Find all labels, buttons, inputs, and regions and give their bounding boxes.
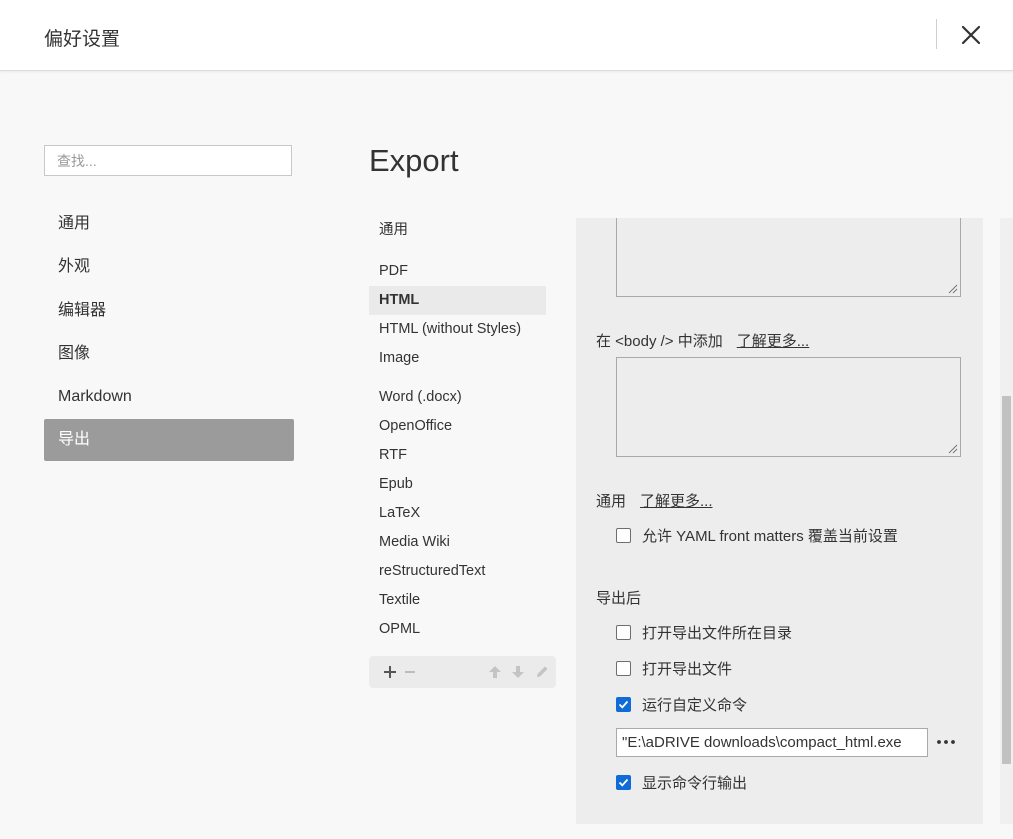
yaml-override-row[interactable]: 允许 YAML front matters 覆盖当前设置 bbox=[616, 525, 898, 545]
format-item-mediawiki[interactable]: Media Wiki bbox=[369, 528, 546, 557]
search-input[interactable] bbox=[44, 145, 292, 176]
open-folder-row[interactable]: 打开导出文件所在目录 bbox=[616, 622, 792, 642]
checkmark-icon bbox=[618, 778, 629, 787]
yaml-override-checkbox[interactable] bbox=[616, 527, 631, 543]
format-item-epub[interactable]: Epub bbox=[369, 470, 546, 499]
format-item-textile[interactable]: Textile bbox=[369, 586, 546, 615]
title-separator bbox=[936, 19, 937, 49]
scrollbar-thumb[interactable] bbox=[1002, 396, 1011, 764]
sidebar-item-appearance[interactable]: 外观 bbox=[44, 246, 294, 288]
sidebar-item-editor[interactable]: 编辑器 bbox=[44, 290, 294, 332]
open-file-label: 打开导出文件 bbox=[642, 660, 733, 678]
head-extra-textarea[interactable] bbox=[616, 218, 961, 297]
format-item-openoffice[interactable]: OpenOffice bbox=[369, 412, 546, 441]
custom-command-input[interactable] bbox=[616, 728, 928, 757]
export-format-list: 通用 PDF HTML HTML (without Styles) Image … bbox=[369, 216, 546, 644]
remove-format-button[interactable] bbox=[402, 664, 418, 680]
body-append-row: 在 <body /> 中添加 了解更多... bbox=[596, 330, 809, 351]
sidebar-item-markdown[interactable]: Markdown bbox=[44, 376, 294, 418]
browse-command-button[interactable] bbox=[936, 734, 956, 750]
sidebar-nav: 通用 外观 编辑器 图像 Markdown 导出 bbox=[44, 203, 294, 463]
run-command-label: 运行自定义命令 bbox=[642, 696, 748, 714]
open-file-checkbox[interactable] bbox=[616, 660, 631, 676]
general-row: 通用 了解更多... bbox=[596, 490, 713, 511]
sidebar-item-general[interactable]: 通用 bbox=[44, 203, 294, 245]
plus-icon bbox=[384, 666, 396, 678]
resize-grip-icon[interactable] bbox=[948, 284, 958, 294]
format-toolbar bbox=[369, 656, 556, 688]
body-learn-more-link[interactable]: 了解更多... bbox=[737, 333, 810, 350]
window-title: 偏好设置 bbox=[44, 29, 121, 50]
sidebar-item-image[interactable]: 图像 bbox=[44, 333, 294, 375]
add-format-button[interactable] bbox=[382, 664, 398, 680]
format-item-opml[interactable]: OPML bbox=[369, 615, 546, 644]
page-title: Export bbox=[369, 143, 459, 178]
minus-icon bbox=[405, 671, 415, 673]
close-icon bbox=[961, 25, 981, 45]
format-item-image[interactable]: Image bbox=[369, 344, 546, 373]
run-command-checkbox[interactable] bbox=[616, 696, 631, 712]
arrow-up-icon bbox=[489, 666, 501, 678]
format-item-general[interactable]: 通用 bbox=[369, 216, 546, 245]
open-file-row[interactable]: 打开导出文件 bbox=[616, 658, 732, 678]
move-up-button[interactable] bbox=[487, 664, 503, 680]
format-item-restructuredtext[interactable]: reStructuredText bbox=[369, 557, 546, 586]
resize-grip-icon[interactable] bbox=[948, 444, 958, 454]
general-label: 通用 bbox=[596, 493, 627, 510]
yaml-override-label: 允许 YAML front matters 覆盖当前设置 bbox=[642, 527, 898, 545]
body-append-label: 在 <body /> 中添加 bbox=[596, 333, 723, 350]
run-command-row[interactable]: 运行自定义命令 bbox=[616, 694, 747, 714]
show-output-row[interactable]: 显示命令行输出 bbox=[616, 772, 747, 792]
arrow-down-icon bbox=[512, 666, 524, 678]
checkmark-icon bbox=[618, 700, 629, 709]
html-settings-panel: 在 <body /> 中添加 了解更多... 通用 了解更多... 允许 YAML … bbox=[576, 218, 983, 824]
pencil-icon bbox=[537, 666, 548, 677]
format-item-html[interactable]: HTML bbox=[369, 286, 546, 315]
format-item-word[interactable]: Word (.docx) bbox=[369, 383, 546, 412]
format-item-latex[interactable]: LaTeX bbox=[369, 499, 546, 528]
close-button[interactable] bbox=[956, 20, 986, 50]
open-folder-label: 打开导出文件所在目录 bbox=[642, 624, 793, 642]
edit-format-button[interactable] bbox=[534, 664, 550, 680]
after-export-label: 导出后 bbox=[596, 590, 642, 607]
format-item-html-no-styles[interactable]: HTML (without Styles) bbox=[369, 315, 546, 344]
open-folder-checkbox[interactable] bbox=[616, 624, 631, 640]
title-bar: 偏好设置 bbox=[0, 0, 1013, 71]
general-learn-more-link[interactable]: 了解更多... bbox=[640, 493, 713, 510]
move-down-button[interactable] bbox=[510, 664, 526, 680]
body-extra-textarea[interactable] bbox=[616, 357, 961, 457]
show-output-label: 显示命令行输出 bbox=[642, 774, 748, 792]
format-item-pdf[interactable]: PDF bbox=[369, 257, 546, 286]
show-output-checkbox[interactable] bbox=[616, 774, 631, 790]
format-item-rtf[interactable]: RTF bbox=[369, 441, 546, 470]
sidebar-item-export[interactable]: 导出 bbox=[44, 419, 294, 462]
settings-scrollbar[interactable] bbox=[1000, 218, 1013, 824]
more-horizontal-icon bbox=[937, 740, 955, 744]
